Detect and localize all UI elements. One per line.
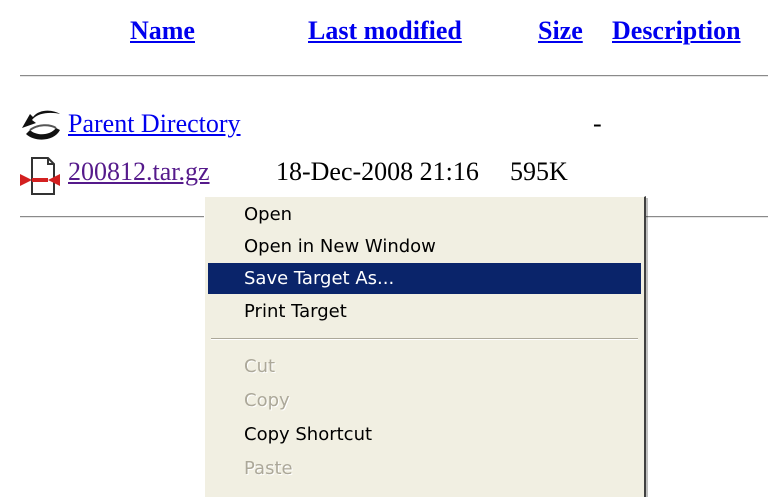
menu-item-print-target[interactable]: Print Target xyxy=(208,296,641,327)
menu-item-copy[interactable]: Copy xyxy=(208,385,641,416)
column-header-name[interactable]: Name xyxy=(130,14,195,48)
column-header-description[interactable]: Description xyxy=(612,14,741,48)
menu-item-save-target-as[interactable]: Save Target As... xyxy=(208,263,641,294)
list-item-link-parent-directory[interactable]: Parent Directory xyxy=(68,108,241,140)
list-item-size: 595K xyxy=(510,157,568,186)
menu-item-open[interactable]: Open xyxy=(208,199,641,230)
menu-item-paste[interactable]: Paste xyxy=(208,453,641,484)
list-item-size: - xyxy=(593,109,602,138)
compressed-file-icon xyxy=(20,156,60,203)
context-menu: Open Open in New Window Save Target As..… xyxy=(204,196,646,497)
column-header-size[interactable]: Size xyxy=(538,14,583,48)
list-item-last-modified: 18-Dec-2008 21:16 xyxy=(276,157,479,186)
column-header-last-modified[interactable]: Last modified xyxy=(308,14,462,48)
back-icon xyxy=(20,108,64,149)
menu-item-cut[interactable]: Cut xyxy=(208,351,641,382)
top-divider xyxy=(20,75,768,77)
menu-item-open-in-new-window[interactable]: Open in New Window xyxy=(208,231,641,262)
menu-item-copy-shortcut[interactable]: Copy Shortcut xyxy=(208,419,641,450)
menu-separator xyxy=(211,338,638,340)
list-item-link-file[interactable]: 200812.tar.gz xyxy=(68,156,210,188)
